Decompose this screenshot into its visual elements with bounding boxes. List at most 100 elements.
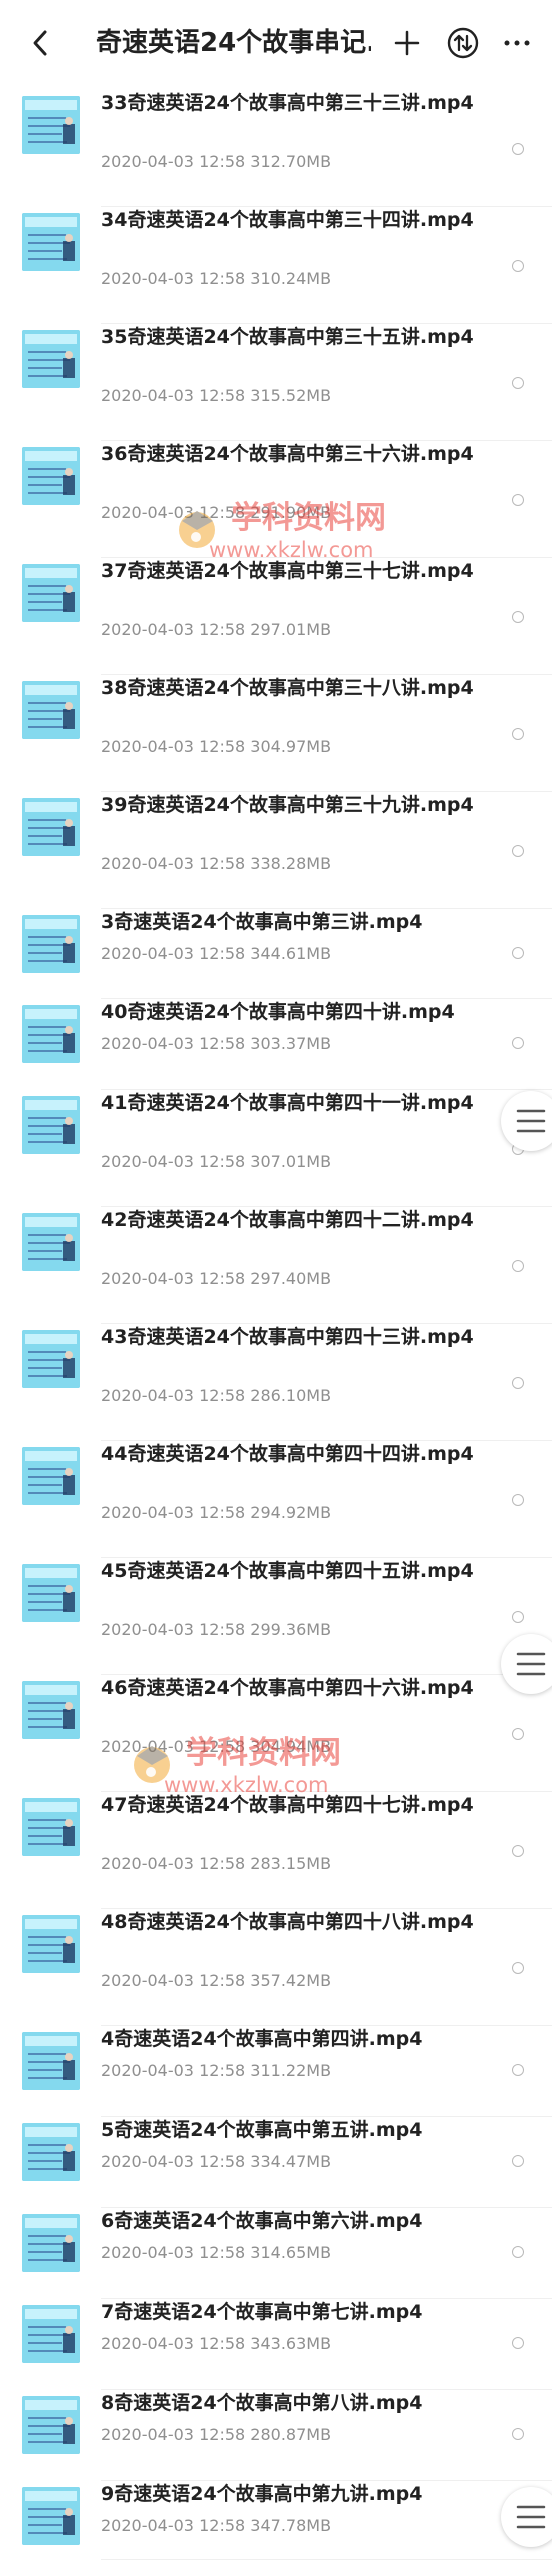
file-date: 2020-04-03 (101, 2061, 194, 2080)
file-row[interactable]: 34奇速英语24个故事高中第三十四讲.mp4 2020-04-03 12:58 3… (0, 207, 552, 324)
select-radio-button[interactable] (512, 611, 524, 623)
file-name: 9奇速英语24个故事高中第九讲.mp4 (101, 2483, 423, 2505)
file-row[interactable]: 43奇速英语24个故事高中第四十三讲.mp4 2020-04-03 12:58 2… (0, 1324, 552, 1441)
file-row[interactable]: 41奇速英语24个故事高中第四十一讲.mp4 2020-04-03 12:58 3… (0, 1090, 552, 1207)
file-name: 43奇速英语24个故事高中第四十三讲.mp4 (101, 1326, 474, 1348)
folder-title: 奇速英语24个故事串记... (96, 28, 371, 58)
file-meta: 2020-04-03 12:58 304.97MB (101, 736, 491, 758)
add-button[interactable] (386, 22, 428, 64)
file-row[interactable]: 40奇速英语24个故事高中第四十讲.mp4 2020-04-03 12:58 30… (0, 999, 552, 1090)
select-radio-button[interactable] (512, 1611, 524, 1623)
menu-lines-icon (516, 1652, 546, 1676)
file-time: 12:58 (199, 737, 246, 756)
file-row[interactable]: 44奇速英语24个故事高中第四十四讲.mp4 2020-04-03 12:58 2… (0, 1441, 552, 1558)
select-radio-button[interactable] (512, 1037, 524, 1049)
video-thumbnail (22, 2305, 80, 2363)
file-row[interactable]: 42奇速英语24个故事高中第四十二讲.mp4 2020-04-03 12:58 2… (0, 1207, 552, 1324)
file-browser-screen: 奇速英语24个故事串记... 33奇速英语24个故事高中第三十三讲.mp4 20… (0, 0, 552, 2560)
top-app-bar: 奇速英语24个故事串记... (0, 0, 552, 86)
video-thumbnail (22, 213, 80, 271)
file-meta: 2020-04-03 12:58 315.52MB (101, 385, 491, 407)
video-thumbnail (22, 213, 80, 271)
file-time: 12:58 (199, 386, 246, 405)
more-button[interactable] (496, 22, 538, 64)
file-row[interactable]: 35奇速英语24个故事高中第三十五讲.mp4 2020-04-03 12:58 3… (0, 324, 552, 441)
file-row[interactable]: 6奇速英语24个故事高中第六讲.mp4 2020-04-03 12:58 314.… (0, 2208, 552, 2299)
file-meta: 2020-04-03 12:58 338.28MB (101, 853, 491, 875)
file-row[interactable]: 45奇速英语24个故事高中第四十五讲.mp4 2020-04-03 12:58 2… (0, 1558, 552, 1675)
select-radio-button[interactable] (512, 2155, 524, 2167)
file-row[interactable]: 8奇速英语24个故事高中第八讲.mp4 2020-04-03 12:58 280.… (0, 2390, 552, 2481)
select-radio-button[interactable] (512, 1494, 524, 1506)
file-row[interactable]: 37奇速英语24个故事高中第三十七讲.mp4 2020-04-03 12:58 2… (0, 558, 552, 675)
select-radio-button[interactable] (512, 1962, 524, 1974)
file-meta: 2020-04-03 12:58 314.65MB (101, 2242, 491, 2264)
video-thumbnail (22, 564, 80, 622)
file-row[interactable]: 48奇速英语24个故事高中第四十八讲.mp4 2020-04-03 12:58 3… (0, 1909, 552, 2026)
video-thumbnail (22, 2396, 80, 2454)
select-radio-button[interactable] (512, 2246, 524, 2258)
video-thumbnail (22, 1005, 80, 1063)
video-thumbnail (22, 96, 80, 154)
select-radio-button[interactable] (512, 947, 524, 959)
more-icon (504, 40, 530, 46)
file-date: 2020-04-03 (101, 386, 194, 405)
file-row[interactable]: 33奇速英语24个故事高中第三十三讲.mp4 2020-04-03 12:58 3… (0, 90, 552, 207)
sort-icon (447, 27, 479, 59)
video-thumbnail (22, 564, 80, 622)
file-date: 2020-04-03 (101, 2243, 194, 2262)
file-size: 297.40MB (250, 1269, 332, 1288)
file-date: 2020-04-03 (101, 944, 194, 963)
file-size: 303.37MB (250, 1034, 332, 1053)
select-radio-button[interactable] (512, 377, 524, 389)
video-thumbnail (22, 2487, 80, 2545)
file-row[interactable]: 3奇速英语24个故事高中第三讲.mp4 2020-04-03 12:58 344.… (0, 909, 552, 999)
video-thumbnail (22, 1798, 80, 1856)
video-thumbnail (22, 2214, 80, 2272)
select-radio-button[interactable] (512, 728, 524, 740)
video-thumbnail (22, 2487, 80, 2545)
file-row[interactable]: 47奇速英语24个故事高中第四十七讲.mp4 2020-04-03 12:58 2… (0, 1792, 552, 1909)
file-size: 299.36MB (250, 1620, 332, 1639)
video-thumbnail (22, 1096, 80, 1154)
file-size: 312.70MB (250, 152, 332, 171)
file-meta: 2020-04-03 12:58 297.01MB (101, 619, 491, 641)
file-time: 12:58 (199, 1620, 246, 1639)
file-size: 286.10MB (250, 1386, 332, 1405)
file-row[interactable]: 5奇速英语24个故事高中第五讲.mp4 2020-04-03 12:58 334.… (0, 2117, 552, 2208)
video-thumbnail (22, 447, 80, 505)
floating-menu-button[interactable] (501, 1634, 552, 1694)
select-radio-button[interactable] (512, 1377, 524, 1389)
file-date: 2020-04-03 (101, 152, 194, 171)
select-radio-button[interactable] (512, 845, 524, 857)
file-time: 12:58 (199, 1152, 246, 1171)
file-row[interactable]: 4奇速英语24个故事高中第四讲.mp4 2020-04-03 12:58 311.… (0, 2026, 552, 2117)
file-row[interactable]: 9奇速英语24个故事高中第九讲.mp4 2020-04-03 12:58 347.… (0, 2481, 552, 2560)
select-radio-button[interactable] (512, 260, 524, 272)
video-thumbnail (22, 2032, 80, 2090)
file-time: 12:58 (199, 1854, 246, 1873)
back-button[interactable] (20, 22, 62, 64)
select-radio-button[interactable] (512, 1728, 524, 1740)
file-meta: 2020-04-03 12:58 283.15MB (101, 1853, 491, 1875)
file-date: 2020-04-03 (101, 1503, 194, 1522)
file-row[interactable]: 38奇速英语24个故事高中第三十八讲.mp4 2020-04-03 12:58 3… (0, 675, 552, 792)
video-thumbnail (22, 1798, 80, 1856)
menu-lines-icon (516, 1109, 546, 1133)
select-radio-button[interactable] (512, 494, 524, 506)
select-radio-button[interactable] (512, 1260, 524, 1272)
floating-menu-button[interactable] (501, 1091, 552, 1151)
select-radio-button[interactable] (512, 2064, 524, 2076)
sort-button[interactable] (442, 22, 484, 64)
file-row[interactable]: 39奇速英语24个故事高中第三十九讲.mp4 2020-04-03 12:58 3… (0, 792, 552, 909)
svg-text:学科资料网: 学科资料网 (231, 500, 386, 536)
floating-menu-button[interactable] (501, 2487, 552, 2547)
file-row[interactable]: 7奇速英语24个故事高中第七讲.mp4 2020-04-03 12:58 343.… (0, 2299, 552, 2390)
file-name: 34奇速英语24个故事高中第三十四讲.mp4 (101, 209, 474, 231)
select-radio-button[interactable] (512, 2337, 524, 2349)
select-radio-button[interactable] (512, 2428, 524, 2440)
select-radio-button[interactable] (512, 1845, 524, 1857)
file-date: 2020-04-03 (101, 1620, 194, 1639)
file-time: 12:58 (199, 1386, 246, 1405)
select-radio-button[interactable] (512, 143, 524, 155)
